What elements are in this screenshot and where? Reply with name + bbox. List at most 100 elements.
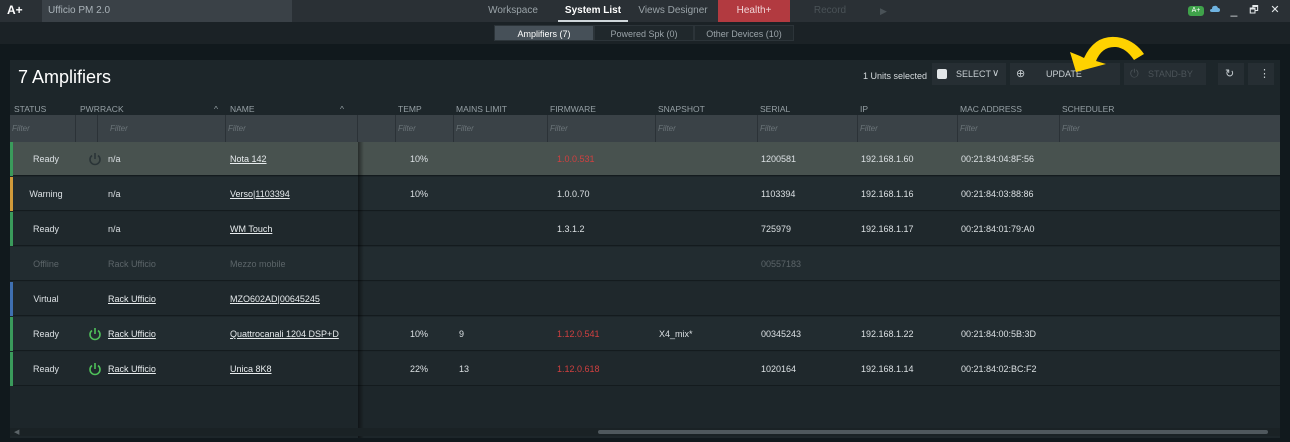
temp-cell: 10% [410,154,429,164]
sort-icon: ^ [340,104,344,114]
name-cell[interactable]: Mezzo mobile [230,247,356,281]
table-row[interactable]: Ready Rack Ufficio Quattrocanali 1204 DSP+… [10,317,1280,351]
tab-record[interactable]: Record [800,0,860,22]
power-icon[interactable] [88,152,102,166]
status-cell: Ready [32,154,59,164]
horizontal-scrollbar[interactable]: ◀ [10,428,1280,436]
power-icon[interactable] [88,327,102,341]
col-temp[interactable]: TEMP [398,104,422,114]
serial-cell: 00557183 [761,259,802,269]
name-cell[interactable]: Nota 142 [230,142,356,176]
mains-cell [459,177,499,211]
filter-name[interactable]: Filter [226,115,358,142]
serial-cell: 1200581 [761,154,797,164]
col-name[interactable]: NAME [230,104,255,114]
col-status[interactable]: STATUS [14,104,46,114]
filter-rack[interactable]: Filter [98,115,226,142]
col-ip[interactable]: IP [860,104,868,114]
user-badge[interactable]: A+ [1188,6,1204,16]
power-icon[interactable] [88,362,102,376]
cloud-icon[interactable] [1208,3,1222,18]
filter-scheduler[interactable]: Filter [1060,115,1280,142]
select-dropdown[interactable]: SELECT ∨ [932,63,1006,85]
app-logo: A+ [7,3,23,17]
status-indicator-bar [10,317,13,351]
refresh-button[interactable]: ↻ [1218,63,1244,85]
more-button[interactable]: ⋮ [1248,63,1274,85]
rack-cell[interactable]: Rack Ufficio [108,352,218,386]
tab-health[interactable]: Health+ [718,0,790,22]
scroll-left-icon[interactable]: ◀ [14,428,19,436]
table-row[interactable]: Ready n/a Nota 142 10% 1.0.0.531 1200581 192.1… [10,142,1280,176]
snapshot-cell: X4_mix* [659,329,693,339]
status-cell: Ready [32,224,59,234]
sort-icon: ^ [214,104,218,114]
firmware-cell: 1.12.0.541 [557,329,600,339]
tab-powered-spk[interactable]: Powered Spk (0) [594,25,694,41]
tab-views-designer[interactable]: Views Designer [634,0,712,22]
serial-cell [761,282,851,316]
filter-firmware[interactable]: Filter [548,115,656,142]
status-cell: Ready [32,329,59,339]
table-row[interactable]: Virtual Rack Ufficio MZO602AD|00645245 [10,282,1280,316]
mains-cell [459,142,499,176]
ip-cell [861,247,951,281]
tab-other-devices[interactable]: Other Devices (10) [694,25,794,41]
name-cell[interactable]: WM Touch [230,212,356,246]
status-cell: Warning [29,189,63,199]
col-firmware[interactable]: FIRMWARE [550,104,596,114]
mac-cell: 00:21:84:00:5B:3D [961,329,1037,339]
name-cell[interactable]: MZO602AD|00645245 [230,282,356,316]
snapshot-cell [659,177,749,211]
rack-cell: n/a [108,189,121,199]
filter-snapshot[interactable]: Filter [656,115,758,142]
filter-mac-address[interactable]: Filter [958,115,1060,142]
tab-amplifiers[interactable]: Amplifiers (7) [494,25,594,41]
name-cell[interactable]: Quattrocanali 1204 DSP+D [230,317,356,351]
col-pwr[interactable]: PWR [80,104,100,114]
table-row[interactable]: Ready Rack Ufficio Unica 8K8 22% 13 1.12.0.61… [10,352,1280,386]
col-mains-limit[interactable]: MAINS LIMIT [456,104,507,114]
col-rack[interactable]: RACK [100,104,124,114]
status-cell: Offline [33,259,59,269]
filter-ip[interactable]: Filter [858,115,958,142]
mac-cell [961,282,1061,316]
firmware-cell: 1.0.0.531 [557,154,595,164]
name-cell[interactable]: Unica 8K8 [230,352,356,386]
col-snapshot[interactable]: SNAPSHOT [658,104,705,114]
mains-cell [459,282,499,316]
project-title-text: Ufficio PM 2.0 [48,5,111,16]
table-row[interactable]: Warning n/a Verso|1103394 10% 1.0.0.70 110339… [10,177,1280,211]
minimize-icon[interactable]: _ [1227,3,1241,17]
filter-mains-limit[interactable]: Filter [454,115,548,142]
selection-count: 1 Units selected [863,71,928,81]
firmware-cell: 1.3.1.2 [557,224,585,234]
tab-workspace[interactable]: Workspace [478,0,548,22]
name-cell[interactable]: Verso|1103394 [230,177,356,211]
status-indicator-bar [10,352,13,386]
rack-cell[interactable]: Rack Ufficio [108,282,218,316]
more-vertical-icon: ⋮ [1259,68,1270,80]
mains-cell [459,247,499,281]
col-mac-address[interactable]: MAC ADDRESS [960,104,1022,114]
close-icon[interactable]: ✕ [1268,3,1282,16]
ip-cell: 192.168.1.14 [861,364,914,374]
col-scheduler[interactable]: SCHEDULER [1062,104,1114,114]
rack-cell[interactable]: Rack Ufficio [108,317,218,351]
mac-cell: 00:21:84:03:88:86 [961,189,1034,199]
filter-status[interactable]: Filter [10,115,76,142]
select-all-icon [937,69,947,79]
table-row[interactable]: Offline Rack Ufficio Mezzo mobile 00557183 [10,247,1280,281]
snapshot-cell [659,282,749,316]
filter-temp[interactable]: Filter [396,115,454,142]
amplifiers-panel: 7 Amplifiers 1 Units selected SELECT ∨ ⊕… [10,60,1280,438]
restore-icon[interactable]: 🗗 [1247,3,1261,20]
snapshot-cell [659,352,749,386]
tab-system-list[interactable]: System List [558,0,628,22]
col-serial[interactable]: SERIAL [760,104,790,114]
table-row[interactable]: Ready n/a WM Touch 1.3.1.2 725979 192.168.1.1… [10,212,1280,246]
scrollbar-thumb[interactable] [598,430,1268,434]
filter-pwr[interactable] [76,115,98,142]
rack-cell[interactable]: Rack Ufficio [108,247,218,281]
filter-serial[interactable]: Filter [758,115,858,142]
